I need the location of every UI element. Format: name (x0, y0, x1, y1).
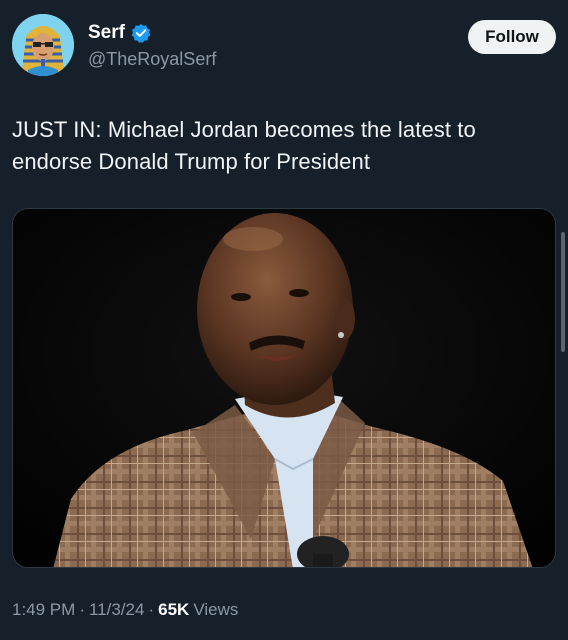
verified-badge-icon (131, 23, 151, 43)
tweet-text-line: endorse Donald Trump for President (12, 149, 371, 174)
tweet-photo[interactable] (12, 208, 556, 568)
tweet-header: Serf @TheRoyalSerf Follow (12, 14, 556, 78)
tweet-time[interactable]: 1:49 PM (12, 600, 75, 620)
tweet-date[interactable]: 11/3/24 (89, 600, 144, 620)
display-name-row: Serf (88, 20, 216, 46)
tweet-text-line: JUST IN: Michael Jordan becomes the late… (12, 117, 476, 142)
tweet-text: JUST IN: Michael Jordan becomes the late… (12, 114, 542, 178)
tweet-card: Serf @TheRoyalSerf Follow JUST IN: Micha… (0, 0, 568, 640)
scrollbar[interactable] (561, 232, 565, 352)
photo-image (13, 209, 555, 567)
tweet-meta: 1:49 PM · 11/3/24 · 65K Views (12, 600, 238, 620)
pharaoh-avatar-icon (12, 14, 74, 76)
views-label: Views (193, 600, 239, 619)
avatar[interactable] (12, 14, 74, 76)
separator: · (148, 600, 155, 619)
separator: · (79, 600, 85, 619)
handle[interactable]: @TheRoyalSerf (88, 49, 216, 70)
views-count: 65K (158, 600, 190, 619)
follow-button[interactable]: Follow (468, 20, 556, 54)
display-name[interactable]: Serf (88, 22, 125, 44)
user-info[interactable]: Serf @TheRoyalSerf (88, 20, 216, 70)
